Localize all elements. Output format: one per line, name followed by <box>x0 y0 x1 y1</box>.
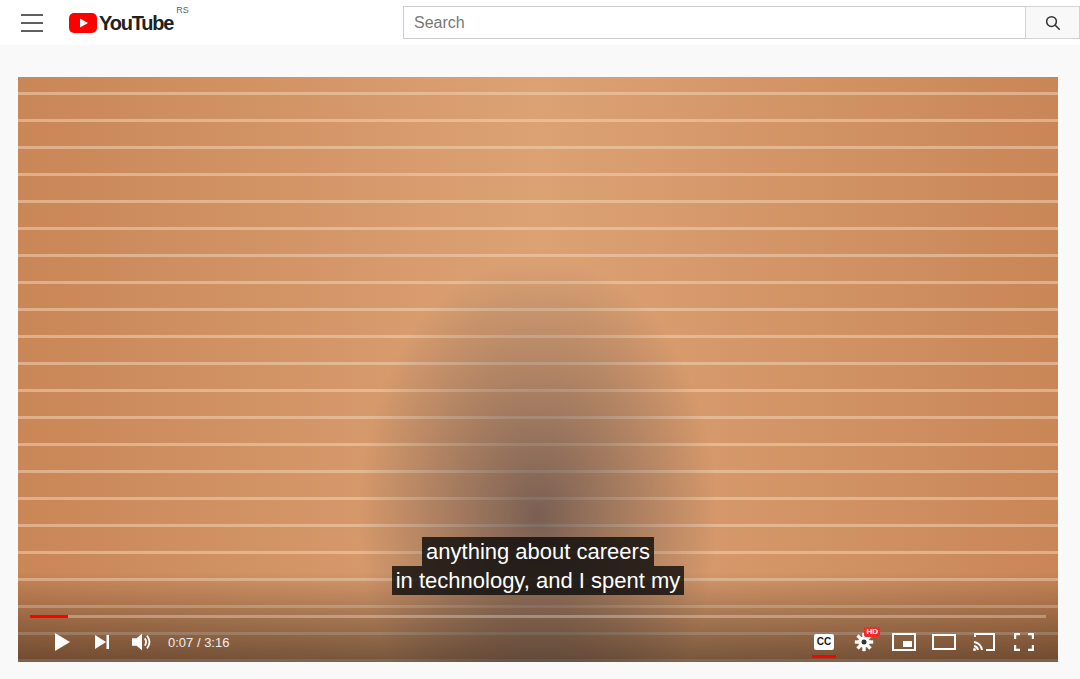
fullscreen-icon <box>1014 633 1034 651</box>
region-code: RS <box>176 5 189 15</box>
play-icon <box>53 632 71 652</box>
theater-button[interactable] <box>924 624 964 660</box>
play-logo-icon <box>69 13 97 33</box>
top-bar: YouTubeRS <box>0 0 1080 45</box>
hd-badge: HD <box>864 627 880 637</box>
search-bar <box>403 6 1080 39</box>
header-left: YouTubeRS <box>0 11 403 35</box>
play-button[interactable] <box>42 624 82 660</box>
search-input[interactable] <box>403 6 1025 39</box>
youtube-logo[interactable]: YouTubeRS <box>69 11 189 35</box>
next-icon <box>94 634 110 650</box>
next-button[interactable] <box>82 624 122 660</box>
settings-button[interactable]: HD <box>844 624 884 660</box>
progress-fill <box>30 615 68 618</box>
volume-button[interactable] <box>122 624 162 660</box>
miniplayer-button[interactable] <box>884 624 924 660</box>
menu-icon[interactable] <box>21 14 43 32</box>
video-player[interactable]: anything about careersin technology, and… <box>18 77 1058 662</box>
time-display: 0:07 / 3:16 <box>168 635 229 650</box>
fullscreen-button[interactable] <box>1004 624 1044 660</box>
caption-line: in technology, and I spent my <box>392 566 685 595</box>
player-controls: 0:07 / 3:16 CC HD <box>18 622 1058 662</box>
theater-icon <box>932 634 956 650</box>
search-button[interactable] <box>1025 6 1080 39</box>
captions: anything about careersin technology, and… <box>18 537 1058 595</box>
cast-icon <box>972 632 996 652</box>
cc-icon: CC <box>814 634 834 650</box>
cast-button[interactable] <box>964 624 1004 660</box>
logo-text: YouTube <box>99 11 173 35</box>
caption-line: anything about careers <box>422 537 654 566</box>
magnifier-icon <box>1044 14 1062 32</box>
main-area: anything about careersin technology, and… <box>0 45 1080 662</box>
cc-on-indicator <box>812 655 836 658</box>
miniplayer-icon <box>892 633 916 651</box>
volume-icon <box>131 632 153 652</box>
progress-bar[interactable] <box>30 615 1046 618</box>
captions-button[interactable]: CC <box>804 624 844 660</box>
